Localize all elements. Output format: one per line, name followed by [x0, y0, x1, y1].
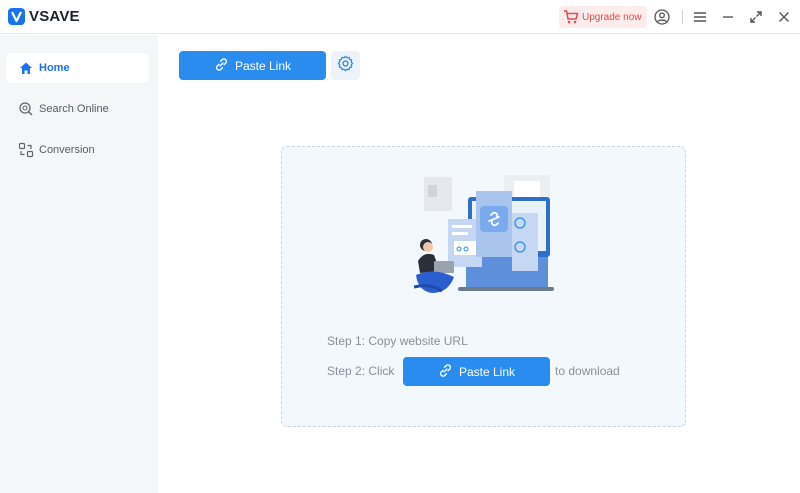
conversion-icon	[18, 142, 34, 158]
sidebar-item-search-online[interactable]: Search Online	[6, 94, 149, 124]
paste-link-inline-button[interactable]: Paste Link	[403, 357, 550, 386]
titlebar-divider	[682, 10, 683, 24]
title-bar: VSAVE Upgrade now	[0, 0, 800, 34]
paste-drop-zone[interactable]: Step 1: Copy website URL Step 2: Click P…	[281, 146, 686, 427]
sidebar: Home Search Online Conversion	[0, 35, 158, 493]
close-icon[interactable]	[775, 8, 793, 26]
settings-button[interactable]	[331, 51, 360, 80]
step-2-suffix: to download	[555, 364, 620, 378]
link-icon	[438, 363, 453, 381]
app-logo-icon	[8, 8, 25, 25]
minimize-icon[interactable]	[719, 8, 737, 26]
paste-link-label: Paste Link	[234, 58, 292, 73]
sidebar-item-conversion[interactable]: Conversion	[6, 135, 149, 165]
account-icon[interactable]	[653, 8, 671, 26]
upgrade-label: Upgrade now	[582, 11, 642, 23]
sidebar-item-label: Conversion	[39, 144, 95, 156]
maximize-icon[interactable]	[747, 8, 765, 26]
search-online-icon	[18, 101, 34, 117]
download-illustration	[414, 175, 554, 293]
sidebar-item-label: Search Online	[39, 103, 109, 115]
sidebar-item-label: Home	[39, 62, 70, 74]
paste-link-label: Paste Link	[458, 364, 516, 379]
sidebar-item-home[interactable]: Home	[6, 53, 149, 83]
paste-link-button[interactable]: Paste Link	[179, 51, 326, 80]
gear-icon	[337, 55, 354, 77]
app-name: VSAVE	[29, 8, 80, 25]
link-icon	[214, 57, 229, 75]
home-icon	[18, 60, 34, 76]
upgrade-button[interactable]: Upgrade now	[559, 6, 647, 28]
cart-icon	[563, 9, 579, 25]
menu-icon[interactable]	[691, 8, 709, 26]
step-1-text: Step 1: Copy website URL	[327, 334, 468, 348]
step-2-text: Step 2: Click	[327, 364, 395, 378]
